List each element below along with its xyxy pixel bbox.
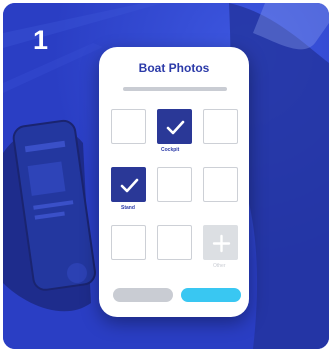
upload-button[interactable] (181, 288, 241, 302)
add-photo-slot[interactable] (203, 225, 238, 260)
photo-slot-checked[interactable] (111, 167, 146, 202)
photo-slot[interactable] (111, 225, 146, 260)
photo-slot[interactable] (111, 109, 146, 144)
photo-slot[interactable] (157, 167, 192, 202)
photo-slot-caption: Stand (121, 205, 135, 211)
checkmark-icon (166, 120, 185, 135)
photo-slot[interactable] (203, 109, 238, 144)
photo-slot[interactable] (203, 167, 238, 202)
subtitle-placeholder-bar (123, 87, 227, 91)
photo-slot-caption: Other (213, 263, 226, 269)
phone-mockup: Boat Photos Cockpit Stand Other (99, 47, 249, 317)
step-number: 1 (33, 25, 49, 55)
checkmark-icon (120, 178, 139, 193)
photo-slot-checked[interactable] (157, 109, 192, 144)
cancel-button[interactable] (113, 288, 173, 302)
photo-slot-caption: Cockpit (161, 147, 180, 153)
phone-title: Boat Photos (138, 61, 210, 75)
onboarding-step-card: 1 Boat Photos Cockpit Stand Other (3, 3, 329, 349)
photo-slot[interactable] (157, 225, 192, 260)
plus-icon (212, 234, 231, 253)
